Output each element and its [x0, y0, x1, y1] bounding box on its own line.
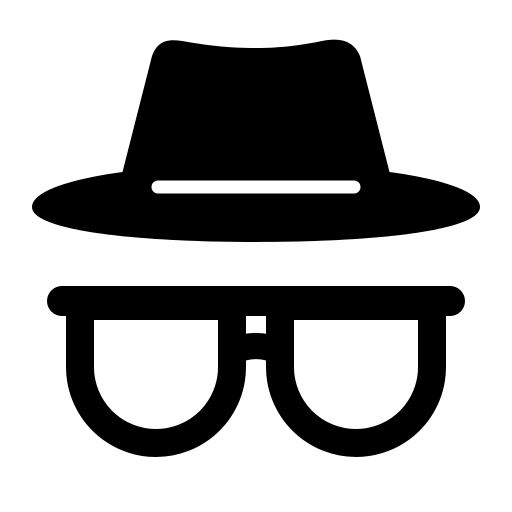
- hat-crown: [122, 39, 390, 174]
- glasses-bridge: [219, 333, 293, 365]
- incognito-icon: [32, 39, 480, 457]
- glasses-right-lens: [266, 292, 446, 457]
- glasses-left-lens: [66, 292, 246, 457]
- hat-brim: [32, 164, 480, 242]
- glasses-icon: [47, 286, 465, 457]
- icon-canvas: [0, 0, 512, 512]
- hat-icon: [32, 39, 480, 242]
